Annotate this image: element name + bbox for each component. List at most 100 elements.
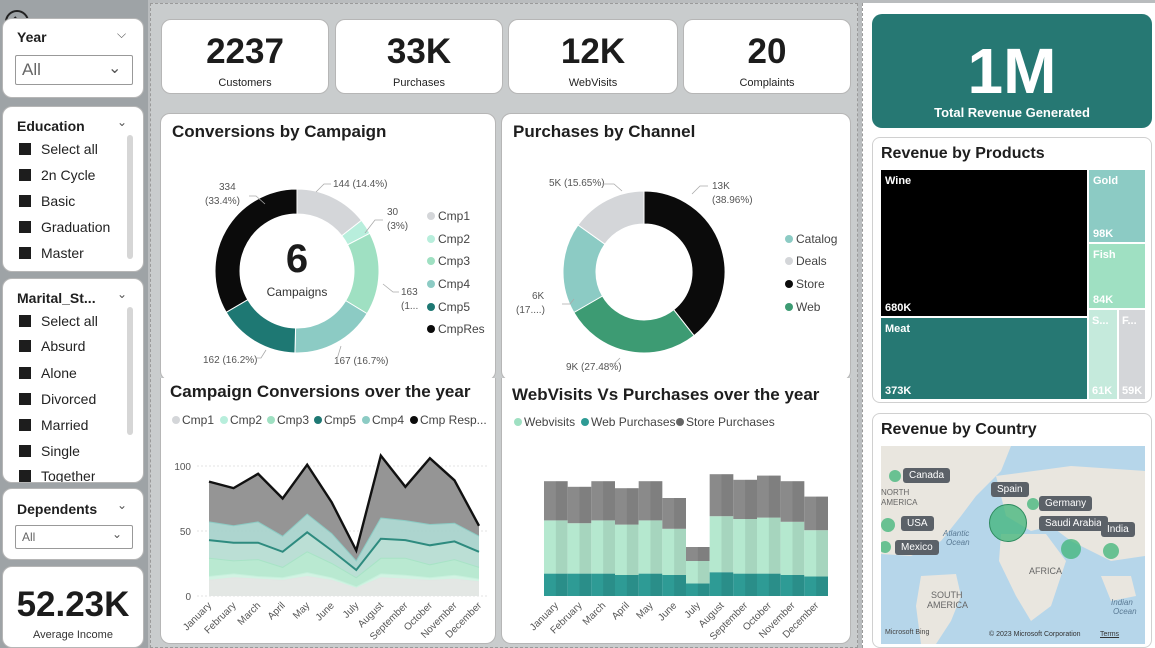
- donut-slice-cmp4[interactable]: [294, 299, 368, 354]
- checkbox[interactable]: [19, 221, 31, 233]
- chevron-down-icon[interactable]: ⌄: [117, 115, 127, 129]
- dependents-dropdown-value: All: [22, 530, 36, 544]
- education-option[interactable]: Basic: [19, 193, 75, 209]
- country-map[interactable]: Canada Spain Germany USA Saudi Arabia In…: [881, 446, 1145, 644]
- legend: Webvisits Web Purchases Store Purchases: [514, 415, 775, 429]
- donut-slice-web[interactable]: [573, 295, 695, 354]
- bar-shade: [555, 481, 568, 521]
- education-option[interactable]: Select all: [19, 141, 98, 157]
- legend-label: Store: [796, 277, 825, 291]
- scrollbar[interactable]: [127, 307, 133, 435]
- checkbox[interactable]: [19, 445, 31, 457]
- x-tick: April: [610, 600, 632, 622]
- legend-marker: [785, 257, 793, 265]
- legend-label: Webvisits: [524, 415, 575, 429]
- education-slicer[interactable]: Education ⌄ Select all 2n Cycle Basic Gr…: [2, 106, 144, 272]
- legend-label: Cmp1: [182, 413, 214, 427]
- kpi-label: Purchases: [393, 77, 445, 89]
- marital-option[interactable]: Together: [19, 469, 95, 482]
- bar-shade: [555, 573, 568, 596]
- bing-logo: Microsoft Bing: [885, 629, 930, 636]
- bar-shade: [745, 479, 757, 519]
- map-label-germany: Germany: [1039, 496, 1093, 511]
- option-label: Married: [41, 417, 89, 433]
- tile-value: 59K: [1122, 385, 1143, 397]
- year-dropdown-value: All: [22, 60, 41, 79]
- treemap-tile-meat[interactable]: Meat 373K: [881, 318, 1087, 399]
- education-option[interactable]: Master: [19, 245, 84, 261]
- checkbox[interactable]: [19, 195, 31, 207]
- map-bubble-canada[interactable]: [889, 470, 901, 482]
- treemap-tile-fish[interactable]: Fish 84K: [1089, 244, 1145, 308]
- data-label: 334: [219, 182, 236, 193]
- marital-option[interactable]: Divorced: [19, 391, 96, 407]
- legend-label: Cmp4: [372, 413, 404, 427]
- legend-label: Web Purchases: [591, 415, 676, 429]
- education-slicer-title: Education: [17, 118, 85, 134]
- donut-slice-cmp5[interactable]: [225, 299, 297, 354]
- map-bubble-india[interactable]: [1103, 543, 1119, 559]
- kpi-label: Complaints: [739, 77, 795, 89]
- marital-option[interactable]: Select all: [19, 313, 98, 329]
- map-region-label: Atlantic: [943, 529, 970, 538]
- checkbox[interactable]: [19, 393, 31, 405]
- bar-shade: [650, 573, 663, 596]
- campaign-conversions-year-card: Campaign Conversions over the year Cmp1 …: [160, 378, 496, 644]
- legend: Cmp1 Cmp2 Cmp3 Cmp4 Cmp5 CmpRes: [427, 209, 485, 336]
- map-region-label: AMERICA: [881, 498, 918, 507]
- marital-option[interactable]: Married: [19, 417, 88, 433]
- chevron-down-icon[interactable]: ⌄: [117, 287, 127, 301]
- chevron-down-icon[interactable]: ⌵: [117, 27, 126, 42]
- total-revenue-label: Total Revenue Generated: [934, 105, 1090, 120]
- education-option[interactable]: Graduation: [19, 219, 110, 235]
- scrollbar[interactable]: [127, 135, 133, 259]
- treemap-tile-sweets[interactable]: S... 61K: [1089, 310, 1117, 399]
- x-tick: June: [314, 600, 337, 623]
- terms-link[interactable]: Terms: [1100, 631, 1119, 638]
- checkbox[interactable]: [19, 247, 31, 259]
- checkbox[interactable]: [19, 169, 31, 181]
- checkbox[interactable]: [19, 419, 31, 431]
- map-bubble-usa[interactable]: [881, 518, 895, 532]
- checkbox[interactable]: [19, 340, 31, 352]
- map-region-label: AFRICA: [1029, 566, 1063, 576]
- checkbox[interactable]: [19, 143, 31, 155]
- marital-status-slicer[interactable]: Marital_St... ⌄ Select all Absurd Alone …: [2, 278, 144, 483]
- legend-marker: [427, 303, 435, 311]
- checkbox[interactable]: [19, 367, 31, 379]
- bar-shade: [555, 520, 568, 574]
- legend-marker: [427, 280, 435, 288]
- marital-option[interactable]: Alone: [19, 365, 77, 381]
- bar-shade: [626, 524, 639, 575]
- kpi-value: 20: [747, 32, 787, 71]
- bar-shade: [579, 573, 592, 596]
- map-bubble-spain[interactable]: [989, 504, 1027, 542]
- total-revenue-value: 1M: [967, 35, 1057, 107]
- option-label: Master: [41, 245, 84, 261]
- treemap-tile-gold[interactable]: Gold 98K: [1089, 170, 1145, 242]
- checkbox[interactable]: [19, 469, 31, 482]
- education-option[interactable]: 2n Cycle: [19, 167, 95, 183]
- donut-slice-store[interactable]: [643, 190, 726, 337]
- bar-shade: [579, 523, 592, 574]
- dependents-slicer[interactable]: Dependents ⌄ All ⌄: [2, 488, 144, 560]
- marital-option[interactable]: Single: [19, 443, 80, 459]
- treemap-tile-wine[interactable]: Wine 680K: [881, 170, 1087, 316]
- donut-slice-cmp3[interactable]: [345, 232, 380, 315]
- option-label: Select all: [41, 313, 98, 329]
- marital-option[interactable]: Absurd: [19, 338, 85, 354]
- bar-shade: [816, 530, 828, 577]
- bar-shade: [650, 520, 663, 574]
- map-bubble-saudi[interactable]: [1061, 539, 1081, 559]
- year-slicer[interactable]: Year ⌵ All ⌄: [2, 18, 144, 98]
- dependents-dropdown[interactable]: All ⌄: [15, 525, 133, 549]
- chevron-down-icon[interactable]: ⌄: [117, 498, 127, 512]
- total-revenue-card: 1M Total Revenue Generated: [872, 14, 1152, 128]
- legend: Cmp1 Cmp2 Cmp3 Cmp5 Cmp4 Cmp Resp...: [172, 413, 487, 427]
- map-bubble-germany[interactable]: [1027, 498, 1039, 510]
- year-dropdown[interactable]: All ⌄: [15, 55, 133, 85]
- checkbox[interactable]: [19, 315, 31, 327]
- option-label: Single: [41, 443, 80, 459]
- treemap-tile-fruits[interactable]: F... 59K: [1119, 310, 1145, 399]
- data-label: 30: [387, 207, 399, 218]
